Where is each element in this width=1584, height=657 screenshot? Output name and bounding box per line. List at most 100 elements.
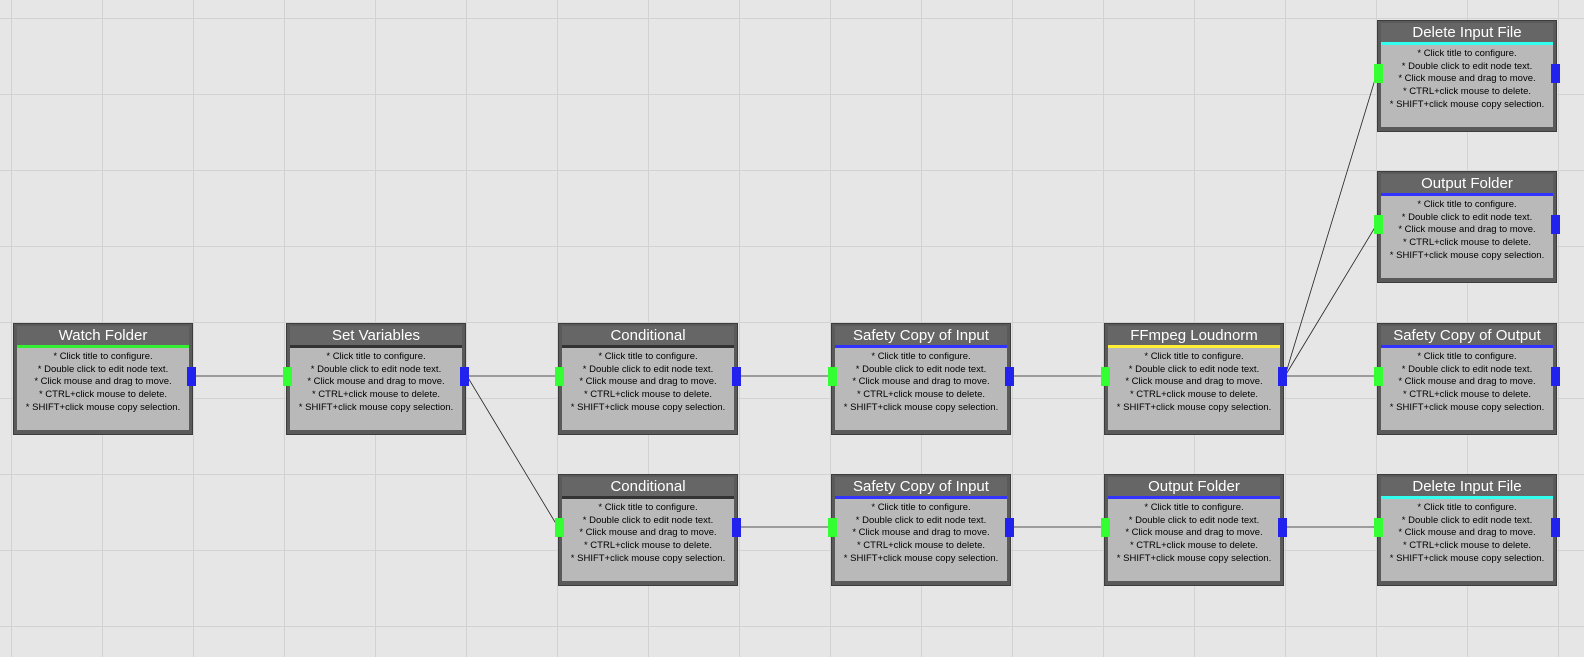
output-port[interactable] [1551, 215, 1560, 234]
help-line: * Double click to edit node text. [855, 514, 987, 526]
help-line: * SHIFT+click mouse copy selection. [843, 552, 999, 564]
node-help-text[interactable]: * Click title to configure. * Double clic… [835, 499, 1007, 581]
node-ffmpeg-loudnorm[interactable]: FFmpeg Loudnorm * Click title to configur… [1101, 323, 1287, 435]
node-safety-copy-input-2[interactable]: Safety Copy of Input * Click title to con… [828, 474, 1014, 586]
input-port[interactable] [828, 367, 837, 386]
node-safety-copy-output[interactable]: Safety Copy of Output * Click title to co… [1374, 323, 1560, 435]
node-title[interactable]: Conditional [562, 326, 734, 345]
help-line: * Click title to configure. [1417, 351, 1517, 362]
help-line: * Double click to edit node text. [1128, 514, 1260, 526]
help-line: * Click title to configure. [1417, 199, 1517, 210]
help-line: * Click title to configure. [1417, 502, 1517, 513]
help-line: * SHIFT+click mouse copy selection. [1389, 552, 1545, 564]
node-help-text[interactable]: * Click title to configure. * Double clic… [562, 348, 734, 430]
help-line: * Double click to edit node text. [37, 363, 169, 375]
help-line: * SHIFT+click mouse copy selection. [570, 552, 726, 564]
help-line: * Click mouse and drag to move. [34, 376, 172, 388]
help-line: * Double click to edit node text. [1401, 363, 1533, 375]
help-line: * Click mouse and drag to move. [307, 376, 445, 388]
output-port[interactable] [732, 518, 741, 537]
help-line: * SHIFT+click mouse copy selection. [1116, 401, 1272, 413]
help-line: * Click title to configure. [1144, 351, 1244, 362]
output-port[interactable] [1005, 367, 1014, 386]
input-port[interactable] [1374, 367, 1383, 386]
node-title[interactable]: Safety Copy of Input [835, 326, 1007, 345]
output-port[interactable] [1551, 518, 1560, 537]
node-title[interactable]: Watch Folder [17, 326, 189, 345]
help-line: * Double click to edit node text. [310, 363, 442, 375]
node-title[interactable]: Output Folder [1381, 174, 1553, 193]
output-port[interactable] [1551, 367, 1560, 386]
node-output-folder-1[interactable]: Output Folder * Click title to configure.… [1374, 171, 1560, 283]
input-port[interactable] [555, 518, 564, 537]
node-title[interactable]: Delete Input File [1381, 23, 1553, 42]
node-conditional-1[interactable]: Conditional * Click title to configure. * … [555, 323, 741, 435]
node-title[interactable]: FFmpeg Loudnorm [1108, 326, 1280, 345]
help-line: * Click title to configure. [871, 351, 971, 362]
output-port[interactable] [1005, 518, 1014, 537]
node-help-text[interactable]: * Click title to configure. * Double clic… [1381, 196, 1553, 278]
output-port[interactable] [732, 367, 741, 386]
help-line: * CTRL+click mouse to delete. [1129, 540, 1259, 552]
help-line: * Click title to configure. [1144, 502, 1244, 513]
node-output-folder-2[interactable]: Output Folder * Click title to configure.… [1101, 474, 1287, 586]
help-line: * Double click to edit node text. [582, 363, 714, 375]
node-title[interactable]: Delete Input File [1381, 477, 1553, 496]
input-port[interactable] [1374, 518, 1383, 537]
help-line: * Click mouse and drag to move. [1398, 376, 1536, 388]
node-help-text[interactable]: * Click title to configure. * Double clic… [1108, 499, 1280, 581]
help-line: * CTRL+click mouse to delete. [1402, 389, 1532, 401]
output-port[interactable] [460, 367, 469, 386]
help-line: * Click mouse and drag to move. [1398, 224, 1536, 236]
help-line: * Double click to edit node text. [1401, 514, 1533, 526]
help-line: * Double click to edit node text. [582, 514, 714, 526]
node-help-text[interactable]: * Click title to configure. * Double clic… [290, 348, 462, 430]
help-line: * Click mouse and drag to move. [852, 527, 990, 539]
node-conditional-2[interactable]: Conditional * Click title to configure. * … [555, 474, 741, 586]
node-title[interactable]: Safety Copy of Input [835, 477, 1007, 496]
help-line: * CTRL+click mouse to delete. [856, 389, 986, 401]
input-port[interactable] [1101, 367, 1110, 386]
node-set-variables[interactable]: Set Variables * Click title to configure.… [283, 323, 469, 435]
help-line: * CTRL+click mouse to delete. [583, 540, 713, 552]
node-watch-folder[interactable]: Watch Folder * Click title to configure. *… [13, 323, 196, 435]
help-line: * CTRL+click mouse to delete. [1402, 86, 1532, 98]
node-help-text[interactable]: * Click title to configure. * Double clic… [1381, 45, 1553, 127]
node-safety-copy-input-1[interactable]: Safety Copy of Input * Click title to con… [828, 323, 1014, 435]
output-port[interactable] [1278, 518, 1287, 537]
node-help-text[interactable]: * Click title to configure. * Double clic… [562, 499, 734, 581]
link-set-variables-to-conditional-2 [466, 375, 559, 528]
node-title[interactable]: Safety Copy of Output [1381, 326, 1553, 345]
output-port[interactable] [1278, 367, 1287, 386]
help-line: * Click title to configure. [1417, 48, 1517, 59]
node-title[interactable]: Output Folder [1108, 477, 1280, 496]
node-delete-input-file-2[interactable]: Delete Input File * Click title to config… [1374, 474, 1560, 586]
input-port[interactable] [283, 367, 292, 386]
help-line: * SHIFT+click mouse copy selection. [1116, 552, 1272, 564]
help-line: * CTRL+click mouse to delete. [1402, 540, 1532, 552]
input-port[interactable] [555, 367, 564, 386]
flow-canvas[interactable]: Watch Folder * Click title to configure. *… [0, 0, 1584, 657]
help-line: * Double click to edit node text. [1401, 211, 1533, 223]
help-line: * Click mouse and drag to move. [1125, 376, 1263, 388]
input-port[interactable] [1374, 215, 1383, 234]
node-help-text[interactable]: * Click title to configure. * Double clic… [17, 348, 189, 430]
node-help-text[interactable]: * Click title to configure. * Double clic… [1108, 348, 1280, 430]
help-line: * Click title to configure. [598, 502, 698, 513]
node-help-text[interactable]: * Click title to configure. * Double clic… [1381, 499, 1553, 581]
output-port[interactable] [1551, 64, 1560, 83]
input-port[interactable] [1374, 64, 1383, 83]
help-line: * Click title to configure. [871, 502, 971, 513]
node-help-text[interactable]: * Click title to configure. * Double clic… [1381, 348, 1553, 430]
input-port[interactable] [828, 518, 837, 537]
input-port[interactable] [1101, 518, 1110, 537]
output-port[interactable] [187, 367, 196, 386]
node-help-text[interactable]: * Click title to configure. * Double clic… [835, 348, 1007, 430]
node-title[interactable]: Set Variables [290, 326, 462, 345]
node-title[interactable]: Conditional [562, 477, 734, 496]
help-line: * SHIFT+click mouse copy selection. [1389, 249, 1545, 261]
help-line: * Click mouse and drag to move. [852, 376, 990, 388]
link-ffmpeg-loudnorm-to-output-folder-1 [1284, 223, 1378, 377]
node-delete-input-file-1[interactable]: Delete Input File * Click title to config… [1374, 20, 1560, 132]
help-line: * SHIFT+click mouse copy selection. [570, 401, 726, 413]
